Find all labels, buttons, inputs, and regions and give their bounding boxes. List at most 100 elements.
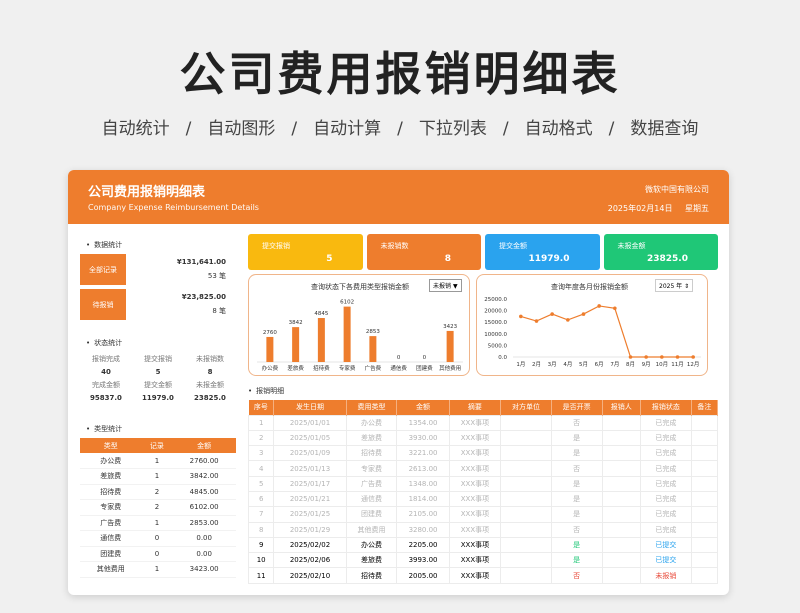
category-label: 4月: [563, 361, 572, 368]
table-cell: 否: [550, 521, 603, 538]
hero-title: 公司费用报销明细表: [179, 47, 621, 101]
dashboard-card: 公司费用报销明细表 Company Expense Reimbursement …: [68, 170, 729, 595]
data-point: [691, 355, 695, 359]
table-cell: [601, 460, 642, 477]
table-row[interactable]: 4 2025/01/13 专家费 2613.00 XXX事项 否 已完成: [247, 460, 719, 477]
kpi-card: 未报销数 8: [366, 234, 481, 270]
table-cell: 是: [550, 475, 603, 492]
table-row[interactable]: 5 2025/01/17 广告费 1348.00 XXX事项 是 已完成: [247, 475, 719, 492]
left-panel: 数据统计 全部记录 ¥131,641.00 53 笔 待报销 ¥23,825.0…: [80, 234, 236, 590]
table-cell: 2025/01/25: [273, 506, 347, 523]
feature-item: 数据查询: [630, 119, 699, 139]
type-table-cell: 2760.00: [172, 453, 236, 469]
separator: /: [608, 119, 615, 139]
status-count: 5: [155, 368, 161, 376]
detail-title: 报销明细: [248, 386, 718, 396]
line-chart-panel: 查询年度各月份报销金额 2025 年 ⇕ 25000.0 20000.0 15000…: [476, 274, 708, 376]
data-point: [566, 318, 570, 322]
table-cell: [690, 445, 719, 462]
table-cell: 2025/02/06: [273, 552, 347, 569]
table-cell: 已完成: [640, 460, 692, 477]
table-cell: 1348.00: [396, 475, 450, 492]
table-row[interactable]: 7 2025/01/25 团建费 2105.00 XXX事项 是 已完成: [247, 506, 719, 523]
type-table-row: 办公费 1 2760.00: [80, 453, 236, 469]
all-records-count: 53 笔: [207, 271, 226, 280]
pending-label[interactable]: 待报销: [80, 289, 126, 320]
data-label: 0: [423, 355, 427, 361]
data-point: [675, 355, 680, 359]
line-chart: 25000.0 20000.0 15000.0 10000.0 5000.0 0.0 1月 2…: [484, 297, 701, 368]
type-table-cell: 0: [141, 546, 173, 562]
data-point: [644, 355, 648, 359]
table-cell: XXX事项: [448, 414, 502, 431]
category-label: 1月: [516, 361, 525, 368]
dashboard-header: 公司费用报销明细表 Company Expense Reimbursement …: [68, 170, 729, 224]
type-table-cell: 通信费: [80, 530, 142, 547]
type-table-row: 广告费 1 2853.00: [80, 515, 236, 531]
table-row[interactable]: 10 2025/02/06 差旅费 3993.00 XXX事项 是 已提交: [247, 552, 719, 569]
data-point: [597, 304, 601, 308]
table-row[interactable]: 3 2025/01/09 招待费 3221.00 XXX事项 是 已完成: [247, 445, 719, 462]
y-tick-label: 25000.0: [484, 297, 507, 303]
amount-label: 提交金额: [144, 381, 172, 389]
type-table-cell: 其他费用: [80, 561, 142, 578]
table-row[interactable]: 2 2025/01/05 差旅费 3930.00 XXX事项 是 已完成: [247, 429, 719, 447]
table-cell: 其他费用: [345, 521, 398, 538]
table-cell: XXX事项: [448, 445, 502, 462]
status-count: 8: [207, 368, 213, 376]
table-cell: [601, 506, 642, 523]
table-row[interactable]: 6 2025/01/21 通信费 1814.00 XXX事项 是 已完成: [247, 490, 719, 508]
table-cell: 招待费: [345, 567, 398, 584]
table-row[interactable]: 1 2025/01/01 办公费 1354.00 XXX事项 否 已完成: [247, 414, 719, 431]
table-cell: 是: [550, 429, 603, 447]
table-row[interactable]: 11 2025/02/10 招待费 2005.00 XXX事项 否 未报销: [247, 567, 719, 584]
table-cell: 通信费: [345, 490, 398, 508]
table-cell: 办公费: [345, 414, 398, 431]
table-cell: 已提交: [640, 552, 692, 569]
amount-value: 23825.0: [194, 394, 226, 402]
table-cell: [500, 460, 552, 477]
all-records-label[interactable]: 全部记录: [80, 254, 126, 285]
right-panel: 提交报销 5 未报销数 8 提交金额 11979.0 未报金额 23825.0 查询状态下各费…: [247, 234, 719, 584]
table-cell: 已完成: [640, 475, 692, 492]
type-table-row: 通信费 0 0.00: [80, 530, 236, 547]
kpi-row: 提交报销 5 未报销数 8 提交金额 11979.0 未报金额 23825.0: [248, 234, 718, 270]
table-cell: [690, 552, 719, 569]
category-label: 11月: [671, 361, 684, 368]
table-cell: 3221.00: [396, 445, 450, 462]
table-cell: 3993.00: [396, 552, 450, 569]
data-label: 2760: [263, 330, 277, 336]
data-point: [550, 312, 554, 316]
table-cell: 已提交: [640, 536, 692, 554]
table-cell: 2105.00: [396, 506, 450, 523]
type-table-cell: 1: [141, 453, 173, 469]
table-cell: [500, 506, 552, 523]
table-cell: 8: [247, 521, 275, 538]
table-cell: [500, 521, 552, 538]
status-label: 未报销数: [196, 355, 224, 363]
type-table-cell: 专家费: [80, 499, 142, 516]
separator: /: [502, 119, 509, 139]
category-label: 2月: [532, 361, 541, 368]
table-cell: 未报销: [640, 567, 692, 584]
data-label: 6102: [340, 300, 354, 306]
series-line: [520, 305, 694, 358]
table-cell: 2205.00: [396, 536, 450, 554]
table-row[interactable]: 9 2025/02/02 办公费 2205.00 XXX事项 是 已提交: [247, 536, 719, 554]
category-label: 6月: [595, 361, 604, 368]
type-stats-table: 类型 记录 金额 办公费 1 2760.00 差旅费 1 3842.00 招待费 2 4845.00…: [80, 438, 236, 578]
feature-item: 自动统计: [101, 119, 170, 139]
table-row[interactable]: 8 2025/01/29 其他费用 3280.00 XXX事项 否 已完成: [247, 521, 719, 538]
pending-count: 8 笔: [212, 306, 226, 315]
type-table-cell: 3842.00: [172, 468, 236, 485]
table-cell: [601, 521, 642, 538]
bar: [266, 336, 274, 362]
table-cell: 2025/01/21: [273, 490, 347, 508]
table-cell: 1354.00: [396, 414, 450, 431]
table-cell: XXX事项: [448, 536, 502, 554]
table-cell: 已完成: [640, 429, 692, 447]
status-stats-title: 状态统计: [86, 338, 236, 348]
table-cell: 2025/01/29: [273, 521, 347, 538]
y-tick-label: 5000.0: [488, 343, 508, 349]
feature-item: 自动格式: [524, 119, 593, 139]
